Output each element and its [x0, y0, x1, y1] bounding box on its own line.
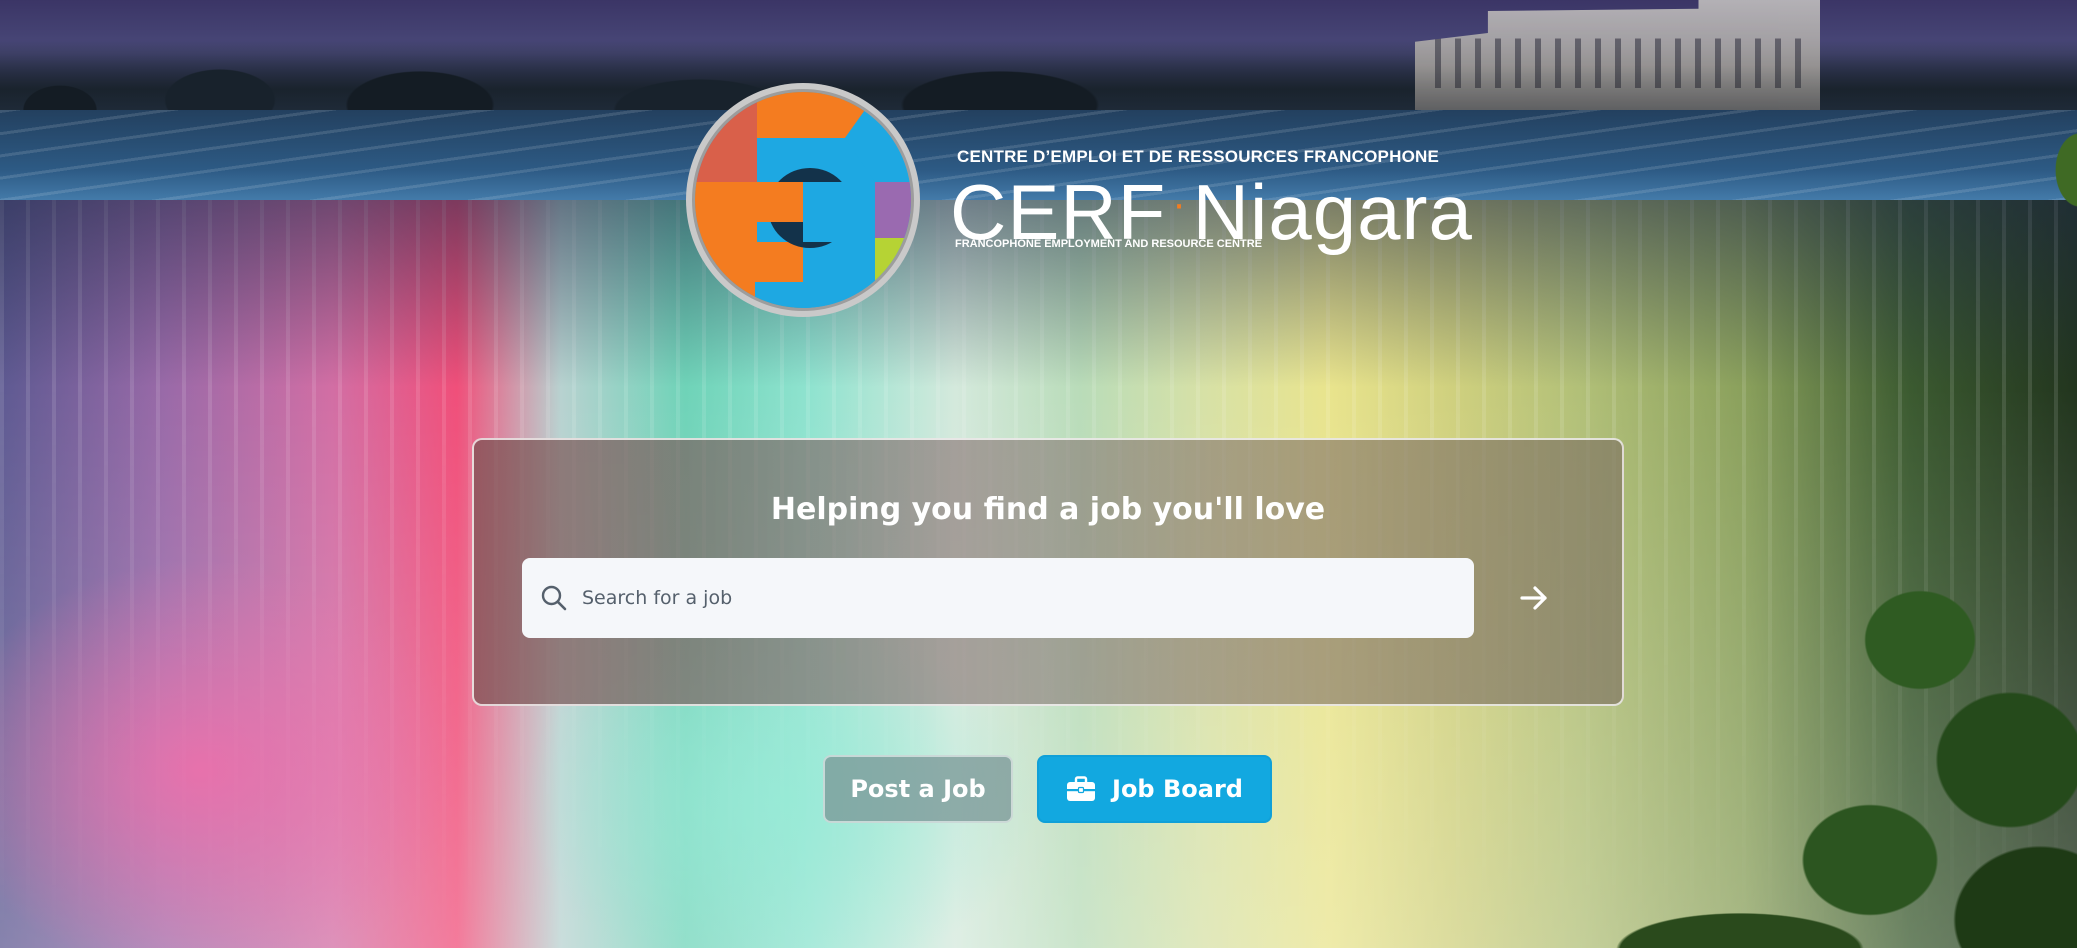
cerf-niagara-logo[interactable]: CENTRE D’EMPLOI ET DE RESSOURCES FRANCOP…	[685, 82, 1472, 322]
post-a-job-button[interactable]: Post a Job	[823, 755, 1013, 823]
job-board-label: Job Board	[1112, 775, 1243, 803]
arrow-right-icon	[1520, 586, 1547, 610]
job-board-button[interactable]: Job Board	[1037, 755, 1272, 823]
logo-separator-dot: ·	[1172, 182, 1187, 226]
search-submit-button[interactable]	[1504, 568, 1564, 628]
foliage-top-right	[2020, 110, 2077, 230]
post-a-job-label: Post a Job	[850, 775, 986, 803]
search-box[interactable]	[522, 558, 1474, 638]
briefcase-icon	[1067, 776, 1096, 801]
search-card: Helping you find a job you'll love	[472, 438, 1624, 706]
foliage-bottom	[1520, 860, 1940, 948]
search-heading: Helping you find a job you'll love	[770, 492, 1326, 527]
logo-english-tagline: FRANCOPHONE EMPLOYMENT AND RESOURCE CENT…	[955, 238, 1262, 250]
search-icon	[541, 585, 567, 611]
search-input[interactable]	[582, 568, 1474, 628]
cerf-logo-icon	[686, 83, 920, 317]
logo-wordmark: CERF ·Niagara	[950, 164, 1472, 252]
